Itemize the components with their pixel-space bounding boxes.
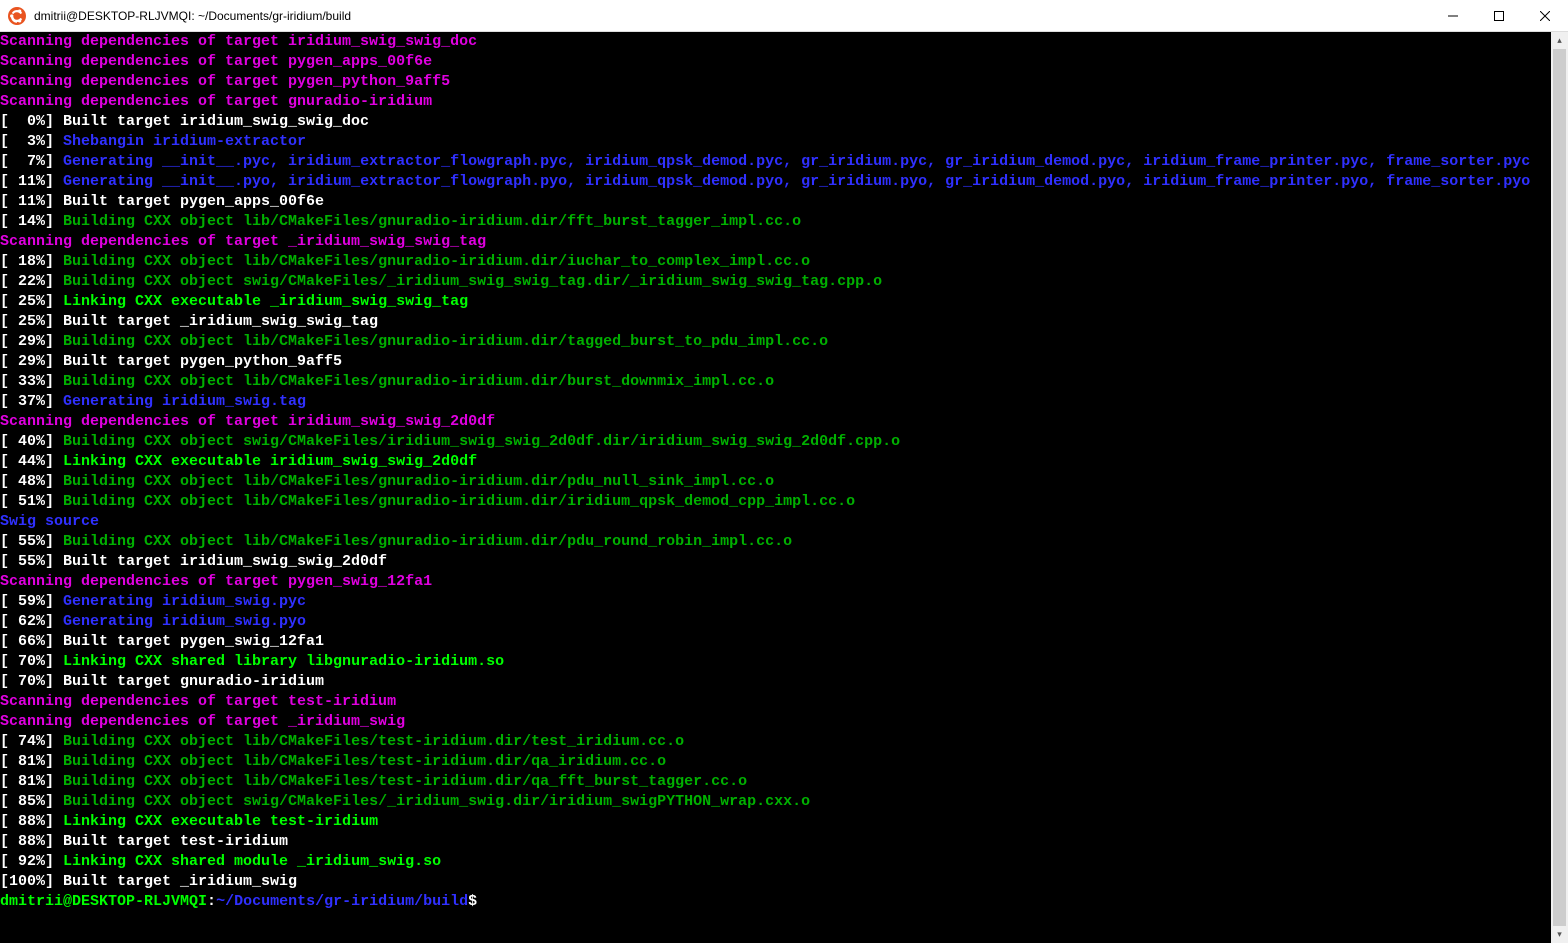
terminal-line: [ 81%] Building CXX object lib/CMakeFile… — [0, 752, 1551, 772]
terminal-line: [ 55%] Building CXX object lib/CMakeFile… — [0, 532, 1551, 552]
terminal-output[interactable]: Scanning dependencies of target iridium_… — [0, 32, 1551, 943]
terminal-line: [ 55%] Built target iridium_swig_swig_2d… — [0, 552, 1551, 572]
scroll-thumb[interactable] — [1553, 49, 1566, 926]
prompt-line[interactable]: dmitrii@DESKTOP-RLJVMQI:~/Documents/gr-i… — [0, 892, 1551, 912]
terminal-line: [ 59%] Generating iridium_swig.pyc — [0, 592, 1551, 612]
terminal-line: Scanning dependencies of target gnuradio… — [0, 92, 1551, 112]
terminal-line: [ 33%] Building CXX object lib/CMakeFile… — [0, 372, 1551, 392]
terminal-line: Scanning dependencies of target _iridium… — [0, 232, 1551, 252]
terminal-line: Swig source — [0, 512, 1551, 532]
terminal-line: Scanning dependencies of target _iridium… — [0, 712, 1551, 732]
ubuntu-icon — [8, 7, 26, 25]
terminal-line: [ 11%] Generating __init__.pyo, iridium_… — [0, 172, 1551, 192]
window-controls — [1430, 0, 1568, 31]
terminal-line: Scanning dependencies of target pygen_py… — [0, 72, 1551, 92]
terminal-line: [ 22%] Building CXX object swig/CMakeFil… — [0, 272, 1551, 292]
terminal-line: Scanning dependencies of target iridium_… — [0, 412, 1551, 432]
terminal-container: Scanning dependencies of target iridium_… — [0, 32, 1568, 943]
terminal-line: [ 66%] Built target pygen_swig_12fa1 — [0, 632, 1551, 652]
window-title: dmitrii@DESKTOP-RLJVMQI: ~/Documents/gr-… — [34, 9, 1430, 23]
terminal-line: [100%] Built target _iridium_swig — [0, 872, 1551, 892]
terminal-line: [ 7%] Generating __init__.pyc, iridium_e… — [0, 152, 1551, 172]
terminal-line: [ 3%] Shebangin iridium-extractor — [0, 132, 1551, 152]
terminal-line: [ 74%] Building CXX object lib/CMakeFile… — [0, 732, 1551, 752]
scrollbar[interactable]: ▴ ▾ — [1551, 32, 1568, 943]
terminal-line: [ 48%] Building CXX object lib/CMakeFile… — [0, 472, 1551, 492]
terminal-line: [ 40%] Building CXX object swig/CMakeFil… — [0, 432, 1551, 452]
terminal-line: Scanning dependencies of target test-iri… — [0, 692, 1551, 712]
terminal-line: [ 70%] Built target gnuradio-iridium — [0, 672, 1551, 692]
terminal-line: Scanning dependencies of target iridium_… — [0, 32, 1551, 52]
terminal-line: [ 62%] Generating iridium_swig.pyo — [0, 612, 1551, 632]
terminal-line: [ 81%] Building CXX object lib/CMakeFile… — [0, 772, 1551, 792]
close-button[interactable] — [1522, 0, 1568, 31]
terminal-line: [ 0%] Built target iridium_swig_swig_doc — [0, 112, 1551, 132]
terminal-line: [ 51%] Building CXX object lib/CMakeFile… — [0, 492, 1551, 512]
terminal-line: [ 11%] Built target pygen_apps_00f6e — [0, 192, 1551, 212]
terminal-line: Scanning dependencies of target pygen_ap… — [0, 52, 1551, 72]
terminal-line: [ 25%] Linking CXX executable _iridium_s… — [0, 292, 1551, 312]
terminal-line: [ 88%] Linking CXX executable test-iridi… — [0, 812, 1551, 832]
terminal-line: [ 92%] Linking CXX shared module _iridiu… — [0, 852, 1551, 872]
scroll-up-arrow-icon[interactable]: ▴ — [1551, 32, 1568, 49]
terminal-line: [ 44%] Linking CXX executable iridium_sw… — [0, 452, 1551, 472]
terminal-line: [ 14%] Building CXX object lib/CMakeFile… — [0, 212, 1551, 232]
terminal-line: Scanning dependencies of target pygen_sw… — [0, 572, 1551, 592]
scroll-down-arrow-icon[interactable]: ▾ — [1551, 926, 1568, 943]
terminal-line: [ 85%] Building CXX object swig/CMakeFil… — [0, 792, 1551, 812]
titlebar: dmitrii@DESKTOP-RLJVMQI: ~/Documents/gr-… — [0, 0, 1568, 32]
terminal-line: [ 29%] Built target pygen_python_9aff5 — [0, 352, 1551, 372]
terminal-line: [ 25%] Built target _iridium_swig_swig_t… — [0, 312, 1551, 332]
terminal-line: [ 88%] Built target test-iridium — [0, 832, 1551, 852]
maximize-button[interactable] — [1476, 0, 1522, 31]
terminal-line: [ 70%] Linking CXX shared library libgnu… — [0, 652, 1551, 672]
minimize-button[interactable] — [1430, 0, 1476, 31]
terminal-line: [ 29%] Building CXX object lib/CMakeFile… — [0, 332, 1551, 352]
scroll-track[interactable] — [1551, 49, 1568, 926]
terminal-line: [ 37%] Generating iridium_swig.tag — [0, 392, 1551, 412]
terminal-line: [ 18%] Building CXX object lib/CMakeFile… — [0, 252, 1551, 272]
